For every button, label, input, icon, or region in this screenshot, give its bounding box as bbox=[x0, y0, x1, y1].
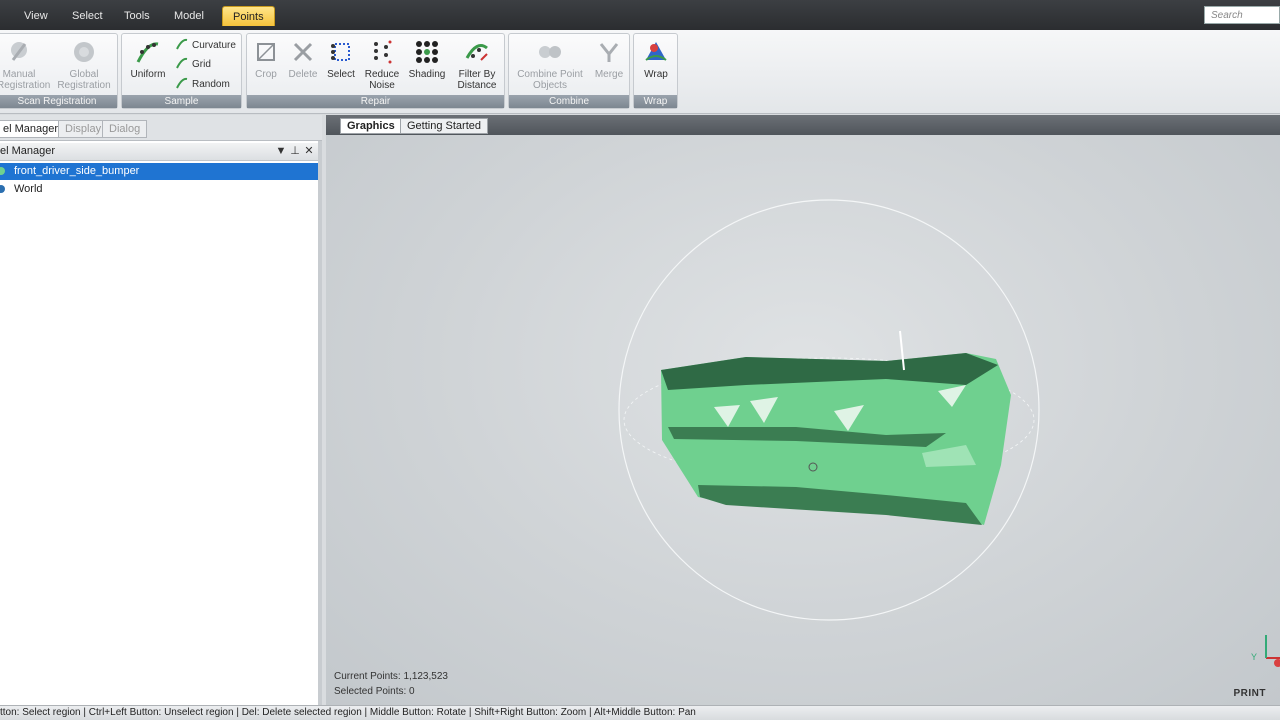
search-input[interactable]: Search bbox=[1204, 6, 1280, 24]
reduce-noise-icon bbox=[374, 40, 392, 64]
merge-button[interactable]: Merge bbox=[591, 38, 627, 80]
status-bar: tton: Select region | Ctrl+Left Button: … bbox=[0, 705, 1280, 720]
viewport-tabs: Graphics Getting Started bbox=[326, 115, 1280, 135]
manual-registration-label: Manual Registration bbox=[0, 69, 51, 91]
combine-point-objects-button[interactable]: Combine Point Objects bbox=[515, 38, 585, 91]
selected-points-readout: Selected Points: 0 bbox=[334, 686, 415, 697]
pin-icon[interactable]: ⊥ bbox=[288, 143, 302, 160]
print-logo: PRINT bbox=[1233, 688, 1266, 699]
group-title-sample: Sample bbox=[122, 95, 241, 108]
global-registration-button[interactable]: Global Registration bbox=[53, 38, 115, 91]
random-label: Random bbox=[192, 79, 230, 90]
reduce-noise-button[interactable]: Reduce Noise bbox=[363, 38, 401, 91]
model-manager-title: el Manager bbox=[0, 145, 56, 157]
group-repair: Crop Delete Select Reduce Noise Shading … bbox=[246, 33, 505, 109]
grid-label: Grid bbox=[192, 59, 211, 70]
curvature-icon bbox=[176, 38, 188, 50]
crop-label: Crop bbox=[255, 69, 277, 80]
select-button[interactable]: Select bbox=[325, 38, 357, 80]
manual-registration-button[interactable]: Manual Registration bbox=[0, 38, 50, 91]
current-points-readout: Current Points: 1,123,523 bbox=[334, 671, 448, 682]
axis-y-label: Y bbox=[1251, 652, 1257, 662]
group-title-repair: Repair bbox=[247, 95, 504, 108]
filter-by-distance-icon bbox=[465, 44, 488, 61]
random-icon bbox=[176, 77, 188, 89]
delete-label: Delete bbox=[288, 69, 318, 80]
point-cloud-icon bbox=[0, 167, 5, 175]
wrap-button[interactable]: Wrap bbox=[638, 38, 674, 80]
tree-item-label: World bbox=[14, 183, 43, 195]
crop-button[interactable]: Crop bbox=[251, 38, 281, 80]
manual-registration-icon bbox=[11, 42, 27, 61]
menu-tab-points[interactable]: Points bbox=[222, 6, 275, 26]
close-icon[interactable]: ✕ bbox=[302, 143, 316, 160]
grid-button[interactable]: Grid bbox=[176, 57, 211, 73]
global-registration-label: Global Registration bbox=[57, 69, 111, 91]
axis-triad bbox=[1265, 635, 1280, 667]
menu-tab-select[interactable]: Select bbox=[62, 6, 113, 26]
combine-point-objects-icon bbox=[539, 46, 561, 58]
group-title-combine: Combine bbox=[509, 95, 629, 108]
delete-icon bbox=[293, 42, 313, 62]
uniform-icon bbox=[136, 42, 159, 63]
graphics-viewport[interactable]: Y Current Points: 1,123,523 Selected Poi… bbox=[326, 135, 1280, 705]
group-sample: Uniform Curvature Grid Random Sample bbox=[121, 33, 242, 109]
curvature-button[interactable]: Curvature bbox=[176, 38, 236, 54]
merge-label: Merge bbox=[594, 69, 624, 80]
tree-item-label: front_driver_side_bumper bbox=[14, 165, 140, 177]
uniform-button[interactable]: Uniform bbox=[126, 38, 170, 80]
ribbon: Manual Registration Global Registration … bbox=[0, 30, 1280, 114]
crop-icon bbox=[257, 43, 275, 61]
world-icon bbox=[0, 185, 5, 193]
group-wrap: Wrap Wrap bbox=[633, 33, 678, 109]
group-title-scan-registration: Scan Registration bbox=[0, 95, 117, 108]
tab-dialog[interactable]: Dialog bbox=[102, 120, 148, 138]
reduce-noise-label: Reduce Noise bbox=[364, 69, 400, 91]
filter-by-distance-button[interactable]: Filter By Distance bbox=[453, 38, 501, 91]
wrap-icon bbox=[645, 42, 667, 61]
shading-label: Shading bbox=[408, 69, 446, 80]
bumper-model[interactable] bbox=[661, 330, 1011, 525]
model-manager-panel: el Manager Display Dialog el Manager ▼ ⊥… bbox=[0, 115, 322, 705]
select-icon bbox=[331, 43, 350, 61]
filter-by-distance-label: Filter By Distance bbox=[457, 69, 497, 91]
merge-icon bbox=[599, 43, 619, 62]
group-title-wrap: Wrap bbox=[634, 95, 677, 108]
menu-tab-view[interactable]: View bbox=[14, 6, 58, 26]
model-manager-header: el Manager ▼ ⊥ ✕ bbox=[0, 143, 318, 161]
random-button[interactable]: Random bbox=[176, 77, 230, 93]
model-canvas[interactable]: Y bbox=[326, 135, 1280, 705]
global-registration-icon bbox=[74, 42, 94, 62]
panel-tabs: el Manager Display Dialog bbox=[0, 115, 322, 141]
group-scan-registration: Manual Registration Global Registration … bbox=[0, 33, 118, 109]
curvature-label: Curvature bbox=[192, 40, 236, 51]
grid-icon bbox=[176, 57, 188, 69]
delete-button[interactable]: Delete bbox=[287, 38, 319, 80]
tab-graphics[interactable]: Graphics bbox=[340, 118, 402, 134]
select-label: Select bbox=[327, 69, 355, 80]
shading-icon bbox=[416, 41, 438, 63]
tree-item-front-driver-side-bumper[interactable]: front_driver_side_bumper bbox=[0, 163, 318, 180]
tree-item-world[interactable]: World bbox=[0, 181, 318, 198]
tab-getting-started[interactable]: Getting Started bbox=[400, 118, 488, 134]
shading-button[interactable]: Shading bbox=[407, 38, 447, 80]
dropdown-arrow-icon[interactable]: ▼ bbox=[274, 143, 288, 160]
combine-point-objects-label: Combine Point Objects bbox=[517, 69, 583, 91]
menu-tab-model[interactable]: Model bbox=[164, 6, 214, 26]
tab-display[interactable]: Display bbox=[58, 120, 109, 138]
menu-tab-tools[interactable]: Tools bbox=[114, 6, 160, 26]
menu-bar: View Select Tools Model Points Search bbox=[0, 0, 1280, 30]
tab-model-manager[interactable]: el Manager bbox=[0, 120, 66, 138]
uniform-label: Uniform bbox=[130, 69, 166, 80]
wrap-label: Wrap bbox=[644, 69, 668, 80]
group-combine: Combine Point Objects Merge Combine bbox=[508, 33, 630, 109]
